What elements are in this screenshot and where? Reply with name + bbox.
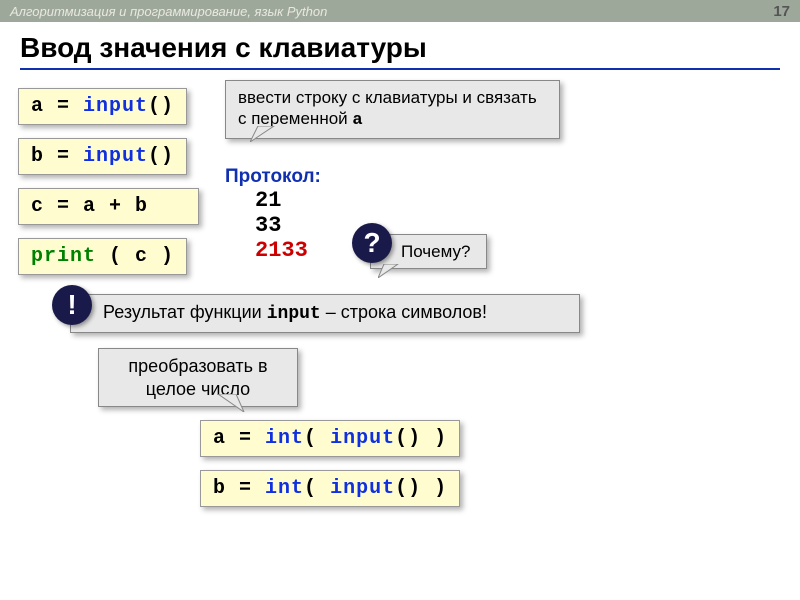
page-number: 17 <box>773 3 790 20</box>
protocol-v3: 2133 <box>255 238 321 263</box>
slide-header: Алгоритмизация и программирование, язык … <box>0 0 800 22</box>
callout-tail-icon <box>218 394 248 412</box>
code-line-4: print ( c ) <box>18 238 187 275</box>
protocol-label: Протокол: <box>225 166 321 188</box>
question-icon: ? <box>352 223 392 263</box>
protocol-v1: 21 <box>255 188 321 213</box>
callout-result: Результат функции input – строка символо… <box>70 294 580 333</box>
callout-convert: преобразовать в целое число <box>98 348 298 407</box>
exclaim-icon: ! <box>52 285 92 325</box>
code-int-1: a = int( input() ) <box>200 420 460 457</box>
protocol-v2: 33 <box>255 213 321 238</box>
slide-title: Ввод значения с клавиатуры <box>20 32 780 70</box>
code-line-3: c = a + b <box>18 188 199 225</box>
callout-tail-icon <box>250 126 280 142</box>
callout-tail-icon <box>378 264 402 278</box>
code-int-2: b = int( input() ) <box>200 470 460 507</box>
code-line-2: b = input() <box>18 138 187 175</box>
course-title: Алгоритмизация и программирование, язык … <box>10 4 327 19</box>
code-line-1: a = input() <box>18 88 187 125</box>
